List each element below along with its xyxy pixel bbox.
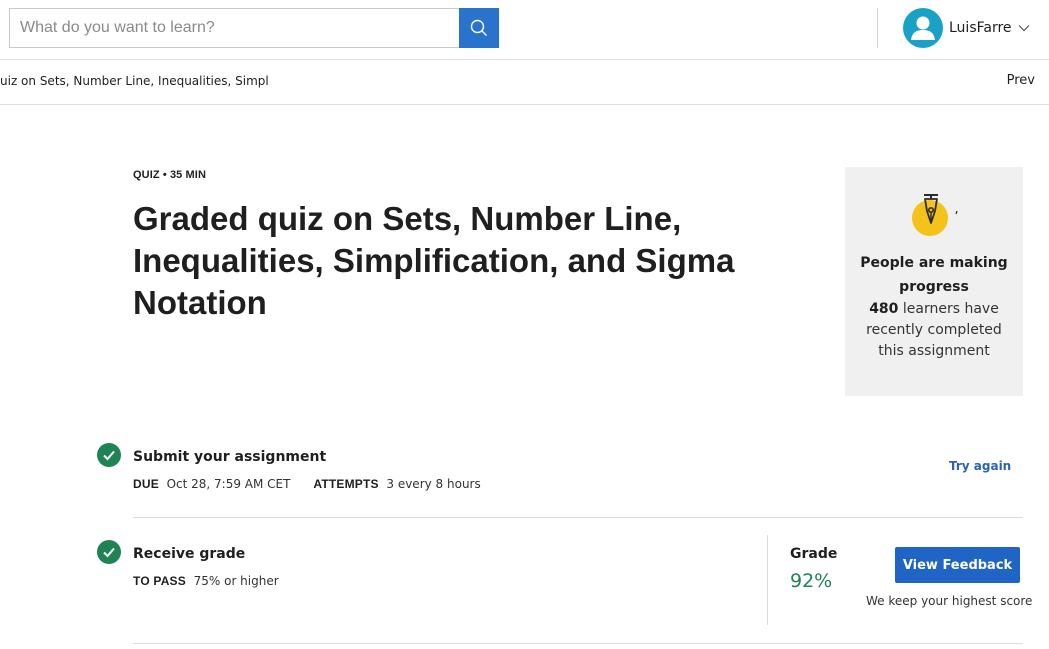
card-title: People are making progress (860, 255, 1008, 295)
card-body: 480 learners have recently completed thi… (845, 299, 1023, 362)
to-pass-label: TO PASS (133, 574, 186, 588)
to-pass-value: 75% or higher (193, 574, 279, 588)
try-again-link[interactable]: Try again (949, 459, 1011, 473)
username: LuisFarre (949, 20, 1012, 36)
search-button[interactable] (459, 8, 499, 48)
avatar (903, 8, 943, 48)
grade-meta: TO PASS 75% or higher (133, 574, 279, 588)
grade-label: Grade (790, 546, 838, 562)
grade-divider (767, 535, 768, 625)
progress-card: People are making progress 480 learners … (845, 167, 1023, 396)
learner-count: 480 (869, 301, 899, 317)
page-title: Graded quiz on Sets, Number Line, Inequa… (133, 200, 735, 321)
search-input[interactable] (9, 8, 459, 48)
divider (133, 517, 1023, 518)
grade-title: Receive grade (133, 546, 246, 562)
user-menu[interactable]: LuisFarre (903, 8, 1030, 48)
view-feedback-button[interactable]: View Feedback (895, 547, 1020, 583)
divider (133, 643, 1023, 644)
breadcrumb-bar: uiz on Sets, Number Line, Inequalities, … (0, 60, 1049, 105)
chevron-down-icon (1018, 24, 1030, 32)
user-icon (911, 16, 935, 40)
search-icon (470, 19, 487, 36)
pen-badge-icon (911, 189, 961, 246)
header-divider (877, 8, 878, 48)
submit-title: Submit your assignment (133, 449, 327, 465)
attempts-label: ATTEMPTS (313, 477, 379, 491)
grade-value: 92% (790, 570, 833, 592)
prev-link[interactable]: Prev (1007, 73, 1035, 88)
grade-check-icon (97, 540, 121, 564)
due-label: DUE (133, 477, 159, 491)
submit-check-icon (97, 443, 121, 467)
highest-score-note: We keep your highest score (866, 594, 1033, 608)
due-value: Oct 28, 7:59 AM CET (166, 477, 291, 491)
quiz-meta: QUIZ • 35 MIN (133, 169, 206, 181)
attempts-value: 3 every 8 hours (386, 477, 481, 491)
top-header: LuisFarre (0, 0, 1049, 60)
search-bar (9, 8, 499, 48)
breadcrumb[interactable]: uiz on Sets, Number Line, Inequalities, … (0, 74, 269, 88)
submit-meta: DUE Oct 28, 7:59 AM CET ATTEMPTS 3 every… (133, 477, 481, 491)
